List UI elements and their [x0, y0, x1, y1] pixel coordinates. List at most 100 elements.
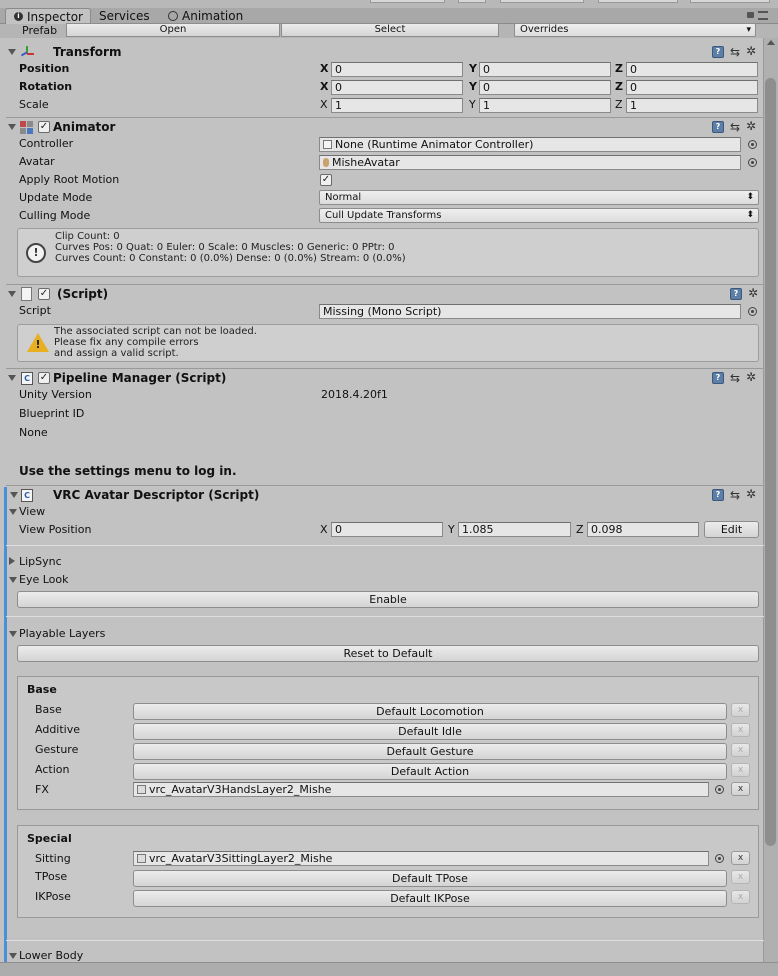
collapse-icon[interactable]: [8, 375, 16, 381]
object-picker-icon[interactable]: [748, 307, 757, 316]
scroll-up-icon[interactable]: [767, 40, 775, 45]
animator-info-box: ! Clip Count: 0 Curves Pos: 0 Quat: 0 Eu…: [17, 228, 759, 277]
help-icon[interactable]: ?: [712, 46, 724, 58]
warning-glyph: !: [35, 338, 41, 351]
preset-icon[interactable]: ⇆: [730, 121, 740, 133]
object-picker-icon[interactable]: [715, 854, 724, 863]
scale-x-field[interactable]: 1: [331, 98, 463, 113]
layer-base-clear-button[interactable]: x: [731, 703, 750, 717]
view-position-x-field[interactable]: 0: [331, 522, 443, 537]
avatar-field[interactable]: MisheAvatar: [319, 155, 741, 170]
layer-label-gesture: Gesture: [35, 743, 79, 756]
tab-services[interactable]: Services: [92, 8, 160, 24]
lipsync-foldout-label[interactable]: LipSync: [19, 555, 62, 569]
gear-icon[interactable]: ✲: [746, 488, 756, 500]
layer-sitting-clear-button[interactable]: x: [731, 851, 750, 865]
layer-label-sitting: Sitting: [35, 852, 71, 865]
help-icon[interactable]: ?: [730, 288, 742, 300]
tab-inspector[interactable]: i Inspector: [5, 8, 91, 24]
layer-base-button[interactable]: Default Locomotion: [133, 703, 727, 720]
divider: [6, 284, 764, 285]
collapse-icon[interactable]: [8, 49, 16, 55]
eyelook-foldout-label[interactable]: Eye Look: [19, 573, 69, 587]
divider: [6, 616, 764, 617]
vrc-descriptor-title: VRC Avatar Descriptor (Script): [53, 488, 260, 502]
rotation-z-field[interactable]: 0: [626, 80, 758, 95]
eyelook-enable-button[interactable]: Enable: [17, 591, 759, 608]
foldout-lipsync-icon[interactable]: [9, 557, 15, 565]
view-position-y-field[interactable]: 1.085: [458, 522, 571, 537]
foldout-playable-layers-icon[interactable]: [9, 631, 17, 637]
layer-label-fx: FX: [35, 783, 49, 796]
layer-action-clear-button[interactable]: x: [731, 763, 750, 777]
transform-icon: [20, 45, 34, 59]
culling-mode-dropdown[interactable]: Cull Update Transforms ⬍: [319, 208, 759, 223]
scrollbar-thumb[interactable]: [765, 78, 776, 846]
prefab-bar: Prefab Open Select Overrides ▾: [0, 23, 778, 38]
layer-additive-clear-button[interactable]: x: [731, 723, 750, 737]
script-file-icon: [21, 287, 32, 301]
animator-enabled-checkbox[interactable]: ✓: [38, 121, 50, 133]
pipeline-enabled-checkbox[interactable]: ✓: [38, 372, 50, 384]
layer-fx-clear-button[interactable]: x: [731, 782, 750, 796]
lock-icon[interactable]: [747, 12, 754, 18]
info-icon: i: [14, 12, 23, 21]
collapse-icon[interactable]: [10, 492, 18, 498]
view-foldout-label[interactable]: View: [19, 505, 45, 519]
help-icon[interactable]: ?: [712, 489, 724, 501]
object-picker-icon[interactable]: [748, 140, 757, 149]
layer-ikpose-clear-button[interactable]: x: [731, 890, 750, 904]
reset-to-default-button[interactable]: Reset to Default: [17, 645, 759, 662]
gear-icon[interactable]: ✲: [746, 45, 756, 57]
preset-icon[interactable]: ⇆: [730, 46, 740, 58]
playable-layers-foldout-label[interactable]: Playable Layers: [19, 627, 105, 641]
apply-root-motion-checkbox[interactable]: ✓: [320, 174, 332, 186]
collapse-icon[interactable]: [8, 291, 16, 297]
prefab-overrides-dropdown[interactable]: Overrides ▾: [514, 23, 756, 37]
position-z-field[interactable]: 0: [626, 62, 758, 77]
help-icon[interactable]: ?: [712, 372, 724, 384]
script-label: Script: [19, 304, 51, 317]
scrollbar-track[interactable]: [763, 38, 778, 968]
gear-icon[interactable]: ✲: [746, 371, 756, 383]
layer-label-ikpose: IKPose: [35, 890, 71, 903]
tab-animation[interactable]: Animation: [160, 8, 250, 24]
position-x-field[interactable]: 0: [331, 62, 463, 77]
gear-icon[interactable]: ✲: [748, 287, 758, 299]
collapse-icon[interactable]: [8, 124, 16, 130]
controller-field[interactable]: None (Runtime Animator Controller): [319, 137, 741, 152]
apply-root-motion-label: Apply Root Motion: [19, 173, 120, 186]
script-field[interactable]: Missing (Mono Script): [319, 304, 741, 319]
layer-additive-button[interactable]: Default Idle: [133, 723, 727, 740]
menu-icon[interactable]: [758, 11, 768, 20]
prefab-select-button[interactable]: Select: [281, 23, 499, 37]
object-picker-icon[interactable]: [748, 158, 757, 167]
layer-action-button[interactable]: Default Action: [133, 763, 727, 780]
layer-fx-field[interactable]: vrc_AvatarV3HandsLayer2_Mishe: [133, 782, 709, 797]
layer-tpose-clear-button[interactable]: x: [731, 870, 750, 884]
scale-y-field[interactable]: 1: [479, 98, 611, 113]
update-mode-dropdown[interactable]: Normal ⬍: [319, 190, 759, 205]
lower-body-foldout-label[interactable]: Lower Body: [19, 949, 83, 963]
script-enabled-checkbox[interactable]: ✓: [38, 288, 50, 300]
help-icon[interactable]: ?: [712, 121, 724, 133]
scale-z-field[interactable]: 1: [626, 98, 758, 113]
layer-ikpose-button[interactable]: Default IKPose: [133, 890, 727, 907]
rotation-y-field[interactable]: 0: [479, 80, 611, 95]
foldout-lower-body-icon[interactable]: [9, 953, 17, 959]
layer-gesture-clear-button[interactable]: x: [731, 743, 750, 757]
edit-view-button[interactable]: Edit: [704, 521, 759, 538]
preset-icon[interactable]: ⇆: [730, 372, 740, 384]
foldout-eyelook-icon[interactable]: [9, 577, 17, 583]
gear-icon[interactable]: ✲: [746, 120, 756, 132]
object-picker-icon[interactable]: [715, 785, 724, 794]
prefab-open-button[interactable]: Open: [66, 23, 280, 37]
rotation-x-field[interactable]: 0: [331, 80, 463, 95]
view-position-z-field[interactable]: 0.098: [587, 522, 699, 537]
layer-gesture-button[interactable]: Default Gesture: [133, 743, 727, 760]
preset-icon[interactable]: ⇆: [730, 489, 740, 501]
layer-tpose-button[interactable]: Default TPose: [133, 870, 727, 887]
foldout-view-icon[interactable]: [9, 509, 17, 515]
position-y-field[interactable]: 0: [479, 62, 611, 77]
layer-sitting-field[interactable]: vrc_AvatarV3SittingLayer2_Mishe: [133, 851, 709, 866]
